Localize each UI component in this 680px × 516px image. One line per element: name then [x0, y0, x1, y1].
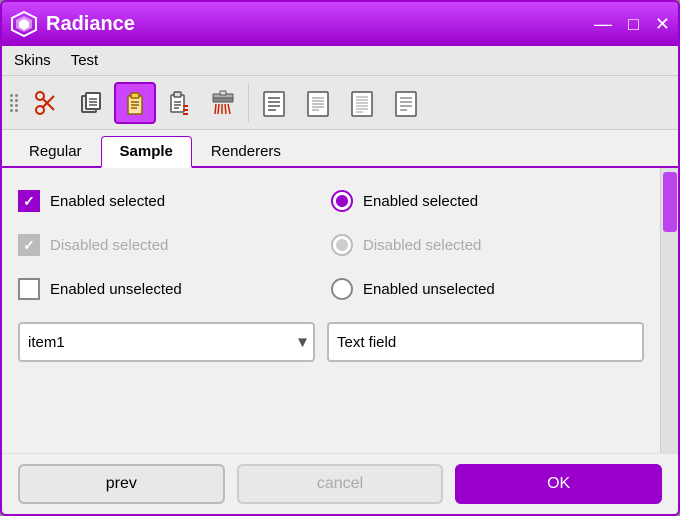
radio-enabled-selected[interactable] — [331, 190, 353, 212]
item-dropdown[interactable]: item1 item2 item3 — [18, 322, 315, 362]
doc3-icon — [347, 88, 377, 118]
clipboard-icon — [120, 88, 150, 118]
toolbar-divider-1 — [248, 84, 249, 122]
text-field-input[interactable] — [327, 322, 644, 362]
menu-test[interactable]: Test — [67, 50, 103, 71]
main-panel: Enabled selected Enabled selected Disabl… — [2, 168, 660, 453]
toolbar — [2, 76, 678, 130]
checkbox-enabled-unselected[interactable] — [18, 278, 40, 300]
checkbox-enabled-selected-col: Enabled selected — [18, 184, 331, 218]
radio-enabled-unselected[interactable] — [331, 278, 353, 300]
checkbox-enabled-selected-label: Enabled selected — [50, 193, 165, 210]
toolbar-doc3-button[interactable] — [341, 82, 383, 124]
radio-disabled-selected — [331, 234, 353, 256]
toolbar-clipboard-button[interactable] — [114, 82, 156, 124]
prev-button[interactable]: prev — [18, 464, 225, 504]
title-bar: Radiance — □ ✕ — [2, 2, 678, 46]
radio-disabled-selected-col: Disabled selected — [331, 228, 644, 262]
shredder-icon — [208, 88, 238, 118]
toolbar-copy-button[interactable] — [70, 82, 112, 124]
radio-enabled-unselected-row: Enabled unselected — [331, 272, 644, 306]
tab-regular[interactable]: Regular — [10, 136, 101, 166]
menu-skins[interactable]: Skins — [10, 50, 55, 71]
radio-enabled-unselected-label: Enabled unselected — [363, 281, 495, 298]
checkbox-enabled-unselected-row: Enabled unselected — [18, 272, 331, 306]
checkbox-enabled-unselected-label: Enabled unselected — [50, 281, 182, 298]
radio-disabled-selected-row: Disabled selected — [331, 228, 644, 262]
radio-enabled-selected-col: Enabled selected — [331, 184, 644, 218]
checkbox-disabled-selected-label: Disabled selected — [50, 237, 168, 254]
row-enabled-selected: Enabled selected Enabled selected — [18, 184, 644, 218]
checkbox-enabled-unselected-col: Enabled unselected — [18, 272, 331, 306]
row-disabled-selected: Disabled selected Disabled selected — [18, 228, 644, 262]
app-title: Radiance — [46, 13, 594, 36]
radio-enabled-selected-row: Enabled selected — [331, 184, 644, 218]
copy-icon — [76, 88, 106, 118]
checkbox-enabled-selected-row: Enabled selected — [18, 184, 331, 218]
toolbar-doc2-button[interactable] — [297, 82, 339, 124]
content-area: Enabled selected Enabled selected Disabl… — [2, 168, 678, 453]
close-button[interactable]: ✕ — [655, 15, 670, 33]
toolbar-scissors-button[interactable] — [26, 82, 68, 124]
toolbar-paste-special-button[interactable] — [158, 82, 200, 124]
row-enabled-unselected: Enabled unselected Enabled unselected — [18, 272, 644, 306]
checkbox-disabled-selected-row: Disabled selected — [18, 228, 331, 262]
radio-disabled-selected-label: Disabled selected — [363, 237, 481, 254]
toolbar-shredder-button[interactable] — [202, 82, 244, 124]
doc4-icon — [391, 88, 421, 118]
checkbox-disabled-selected-col: Disabled selected — [18, 228, 331, 262]
menu-bar: Skins Test — [2, 46, 678, 76]
radio-enabled-selected-label: Enabled selected — [363, 193, 478, 210]
tab-sample[interactable]: Sample — [101, 136, 192, 168]
doc2-icon — [303, 88, 333, 118]
main-window: Radiance — □ ✕ Skins Test — [0, 0, 680, 516]
radio-enabled-unselected-col: Enabled unselected — [331, 272, 644, 306]
ok-button[interactable]: OK — [455, 464, 662, 504]
maximize-button[interactable]: □ — [628, 15, 639, 33]
cancel-button[interactable]: cancel — [237, 464, 444, 504]
checkbox-disabled-selected — [18, 234, 40, 256]
toolbar-doc4-button[interactable] — [385, 82, 427, 124]
app-logo — [10, 10, 38, 38]
scissors-icon — [32, 88, 62, 118]
tab-renderers[interactable]: Renderers — [192, 136, 300, 166]
button-row: prev cancel OK — [2, 453, 678, 514]
tab-bar: Regular Sample Renderers — [2, 130, 678, 168]
paste-special-icon — [164, 88, 194, 118]
minimize-button[interactable]: — — [594, 15, 612, 33]
scrollbar-thumb[interactable] — [663, 172, 677, 232]
window-controls: — □ ✕ — [594, 15, 670, 33]
toolbar-doc1-button[interactable] — [253, 82, 295, 124]
input-row: item1 item2 item3 ▾ — [18, 322, 644, 362]
toolbar-drag-handle — [8, 90, 20, 116]
scrollbar[interactable] — [660, 168, 678, 453]
checkbox-enabled-selected[interactable] — [18, 190, 40, 212]
doc1-icon — [259, 88, 289, 118]
dropdown-wrapper: item1 item2 item3 ▾ — [18, 322, 315, 362]
